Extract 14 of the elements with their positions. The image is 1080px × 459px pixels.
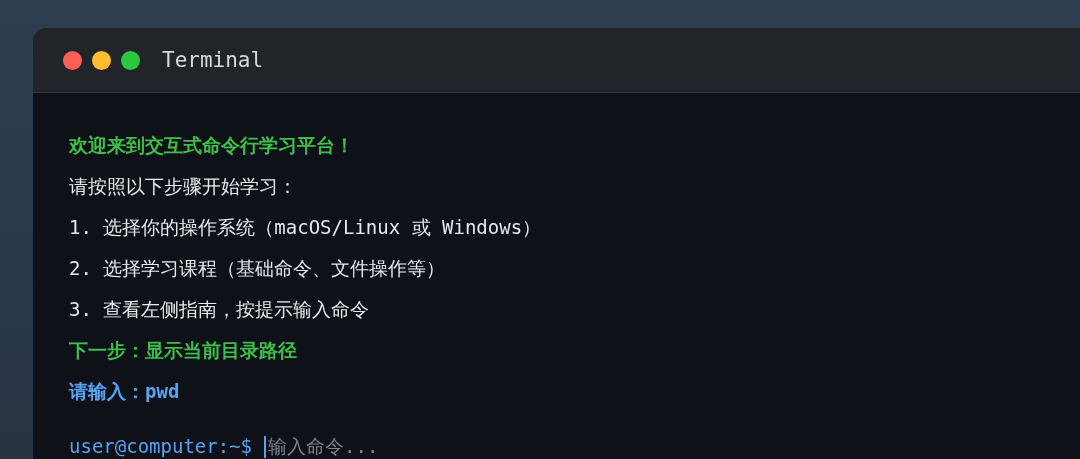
terminal-line: 欢迎来到交互式命令行学习平台！ [69, 133, 355, 158]
prompt-label: user@computer:~$ [69, 434, 253, 459]
terminal-line: 下一步：显示当前目录路径 [69, 338, 298, 363]
terminal-line: 请按照以下步骤开始学习： [69, 174, 298, 199]
command-input-field[interactable]: 输入命令... [266, 426, 569, 459]
close-button[interactable] [63, 50, 82, 70]
terminal-line: 3. 查看左侧指南，按提示输入命令 [69, 297, 371, 322]
text-cursor-icon [264, 435, 267, 458]
terminal-line: 2. 选择学习课程（基础命令、文件操作等） [69, 256, 447, 281]
window-title: Terminal [162, 48, 264, 72]
maximize-button[interactable] [121, 50, 140, 70]
terminal-line: 请输入：pwd [69, 379, 181, 404]
terminal-line: 1. 选择你的操作系统（macOS/Linux 或 Windows） [69, 215, 543, 240]
minimize-button[interactable] [92, 50, 111, 70]
